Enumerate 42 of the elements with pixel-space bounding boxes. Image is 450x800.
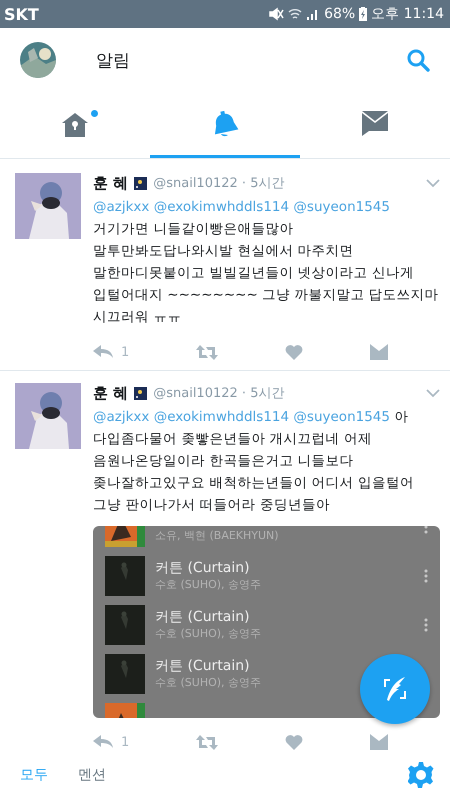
tweet-text: @azjkxx @exokimwhddls114 @suyeon1545 거기가면 니들같이빵은애들많아 말투만봐도답나와시발 현실에서 마주치면 말한마디못붙이고 빌빌길년들이 넷상이라고 신나게 입털어대지 ~~~~~~~~ 그냥 까불지말고 답도쓰지마 시끄러워 ㅠㅠ bbox=[93, 198, 440, 327]
tweet-text: @azjkxx @exokimwhddls114 @suyeon1545 아 다입좀다물어 좆빻은년들아 개시끄럽네 어제 음원나온당일이라 한곡들은거고 니들보다 좆나잘하고있구요 배척하는년들이 어디서 입을털어 그냥 판이나가서 떠들어라 중딩년들아 bbox=[93, 408, 415, 515]
battery-level: 68% bbox=[324, 6, 356, 22]
clock: 오후 11:14 bbox=[371, 5, 444, 23]
heart-icon[interactable] bbox=[285, 734, 304, 750]
song-title: 커튼 (Curtain) bbox=[155, 559, 251, 577]
mention-link[interactable]: @exokimwhddls114 bbox=[154, 409, 290, 425]
retweet-icon[interactable] bbox=[196, 344, 218, 360]
mention-link[interactable]: @suyeon1545 bbox=[293, 409, 390, 425]
mention-link[interactable]: @azjkxx bbox=[93, 409, 150, 425]
user-name: 훈 혜 bbox=[93, 174, 128, 192]
filter-tab[interactable]: 모두 bbox=[20, 766, 48, 784]
quill-icon bbox=[381, 675, 409, 703]
reply-count: 1 bbox=[121, 734, 130, 750]
heart-icon[interactable] bbox=[285, 344, 304, 360]
song-title: 커튼 (Curtain) bbox=[155, 657, 251, 675]
battery-icon bbox=[359, 7, 368, 21]
user-name: 훈 혜 bbox=[93, 384, 128, 402]
mention-link[interactable]: @exokimwhddls114 bbox=[154, 199, 290, 215]
reply-count: 1 bbox=[121, 344, 130, 360]
reply-icon[interactable] bbox=[93, 345, 113, 359]
song-title: 커튼 (Curtain) bbox=[155, 608, 251, 626]
mail-icon bbox=[361, 110, 389, 136]
search-icon[interactable] bbox=[406, 48, 430, 72]
chevron-icon[interactable] bbox=[426, 178, 440, 188]
retweet-icon[interactable] bbox=[196, 734, 218, 750]
mention-link[interactable]: @suyeon1545 bbox=[293, 199, 390, 215]
mention-link[interactable]: @azjkxx bbox=[93, 199, 150, 215]
mail-icon[interactable] bbox=[370, 734, 388, 750]
reply-icon[interactable] bbox=[93, 735, 113, 749]
page-title: 알림 bbox=[96, 50, 131, 72]
handle-time: @snail10122 · 5시간 bbox=[153, 385, 286, 402]
mute-icon bbox=[268, 7, 284, 21]
space-emoji-icon bbox=[134, 176, 148, 190]
space-emoji-icon bbox=[134, 386, 148, 400]
carrier-name: SKT bbox=[4, 4, 39, 24]
wifi-icon bbox=[288, 7, 302, 21]
settings-icon[interactable] bbox=[408, 762, 434, 788]
chevron-icon[interactable] bbox=[426, 388, 440, 398]
mail-icon[interactable] bbox=[370, 344, 388, 360]
handle-time: @snail10122 · 5시간 bbox=[153, 175, 286, 192]
filter-tab[interactable]: 멘션 bbox=[78, 766, 106, 784]
